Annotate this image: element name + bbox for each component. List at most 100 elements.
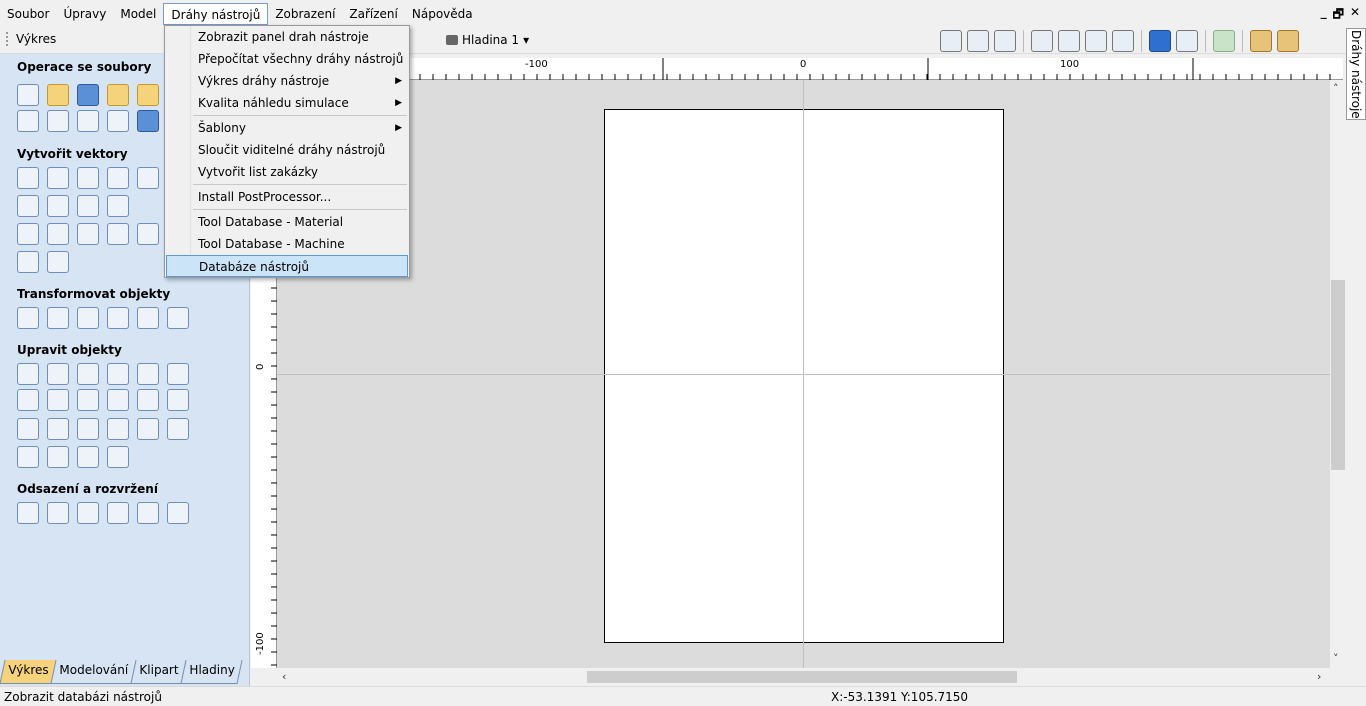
drawing-canvas[interactable] <box>277 80 1330 668</box>
snap-icon[interactable] <box>967 30 989 52</box>
group-icon[interactable] <box>107 363 129 385</box>
polyline-icon[interactable] <box>17 195 39 217</box>
text-on-curve-icon[interactable] <box>77 223 99 245</box>
scissors-icon[interactable] <box>137 389 159 411</box>
text-box-icon[interactable] <box>47 223 69 245</box>
text-icon[interactable] <box>17 223 39 245</box>
menu-item-templates[interactable]: Šablony ▶ <box>166 117 408 139</box>
scale-icon[interactable] <box>47 307 69 329</box>
intersect-icon[interactable] <box>77 389 99 411</box>
scroll-right-icon[interactable]: › <box>1317 670 1321 683</box>
trim-icon[interactable] <box>107 389 129 411</box>
tab-drawing[interactable]: Výkres <box>0 660 57 684</box>
menu-item-show-toolpath-panel[interactable]: Zobrazit panel drah nástroje <box>166 26 408 48</box>
tree-icon[interactable] <box>1213 30 1235 52</box>
menu-toolpaths[interactable]: Dráhy nástrojů <box>163 2 269 25</box>
vector-view-icon[interactable] <box>1176 30 1198 52</box>
array-copy-icon[interactable] <box>47 502 69 524</box>
cut-icon[interactable] <box>47 110 69 132</box>
v-icon[interactable] <box>47 418 69 440</box>
close-button[interactable]: ✕ <box>1350 5 1360 26</box>
layer-selector[interactable]: Hladina 1 ▾ <box>446 33 529 47</box>
menu-model[interactable]: Model <box>113 3 163 25</box>
fit-view-icon[interactable] <box>940 30 962 52</box>
tab-modeling[interactable]: Modelování <box>50 660 137 684</box>
align-icon[interactable] <box>77 307 99 329</box>
scroll-up-icon[interactable]: ˄ <box>1333 82 1339 95</box>
center-icon[interactable] <box>167 307 189 329</box>
pan-icon[interactable] <box>1031 30 1053 52</box>
smooth-icon[interactable] <box>167 418 189 440</box>
scroll-left-icon[interactable]: ‹ <box>282 670 286 683</box>
circle-icon[interactable] <box>17 167 39 189</box>
horizontal-scroll-thumb[interactable] <box>587 671 1017 683</box>
weld-icon[interactable] <box>17 389 39 411</box>
vertical-scrollbar[interactable]: ˄ ˅ <box>1330 80 1346 668</box>
job-setup-icon[interactable] <box>17 110 39 132</box>
menu-help[interactable]: Nápověda <box>405 3 480 25</box>
fillet-icon[interactable] <box>17 418 39 440</box>
menu-edit[interactable]: Úpravy <box>56 3 113 25</box>
new-file-icon[interactable] <box>17 84 39 106</box>
menu-machine[interactable]: Zařízení <box>342 3 404 25</box>
polygon-icon[interactable] <box>107 167 129 189</box>
dimension-icon[interactable] <box>47 251 69 273</box>
menu-view[interactable]: Zobrazení <box>268 3 342 25</box>
measure-icon[interactable] <box>167 363 189 385</box>
vertical-scroll-thumb[interactable] <box>1331 280 1345 470</box>
move-icon[interactable] <box>17 307 39 329</box>
open-file-icon[interactable] <box>47 84 69 106</box>
copy-icon[interactable] <box>77 110 99 132</box>
restore-button[interactable]: 🗗 <box>1333 5 1344 26</box>
double-arrow-icon[interactable] <box>107 446 129 468</box>
undo-icon[interactable] <box>137 110 159 132</box>
subtract-icon[interactable] <box>47 389 69 411</box>
offset-icon[interactable] <box>17 502 39 524</box>
save-file-icon[interactable] <box>77 84 99 106</box>
circular-array-icon[interactable] <box>77 502 99 524</box>
auto-layout-icon[interactable] <box>167 502 189 524</box>
menu-item-create-job-sheet[interactable]: Vytvořit list zakázky <box>166 161 408 183</box>
paste-icon[interactable] <box>107 110 129 132</box>
transform-select-icon[interactable] <box>77 363 99 385</box>
toolpath-view-icon[interactable] <box>1149 30 1171 52</box>
import-icon[interactable] <box>107 84 129 106</box>
arc-icon[interactable] <box>47 195 69 217</box>
menu-item-tool-db-material[interactable]: Tool Database - Material <box>166 211 408 233</box>
grid-icon[interactable] <box>994 30 1016 52</box>
wave-icon[interactable] <box>107 195 129 217</box>
menu-item-install-postprocessor[interactable]: Install PostProcessor... <box>166 186 408 208</box>
import-bitmap-icon[interactable] <box>137 84 159 106</box>
extend-icon[interactable] <box>77 418 99 440</box>
zoom-in-icon[interactable] <box>1058 30 1080 52</box>
zoom-extents-icon[interactable] <box>1085 30 1107 52</box>
menu-file[interactable]: Soubor <box>0 3 56 25</box>
minimize-button[interactable]: _ <box>1321 5 1327 26</box>
menu-item-recalculate-all[interactable]: Přepočítat všechny dráhy nástrojů <box>166 48 408 70</box>
select-icon[interactable] <box>17 363 39 385</box>
node-edit-icon[interactable] <box>47 363 69 385</box>
toolpaths-side-tab[interactable]: Dráhy nástroje <box>1346 28 1366 120</box>
star-icon[interactable] <box>137 167 159 189</box>
menu-item-toolpath-drawing[interactable]: Výkres dráhy nástroje ▶ <box>166 70 408 92</box>
text-arc-icon[interactable] <box>137 223 159 245</box>
ungroup-icon[interactable] <box>137 363 159 385</box>
zoom-selection-icon[interactable] <box>1112 30 1134 52</box>
menu-item-merge-visible[interactable]: Sloučit viditelné dráhy nástrojů <box>166 139 408 161</box>
horizontal-scrollbar[interactable]: ‹ › <box>277 668 1330 686</box>
copy-along-vector-icon[interactable] <box>107 502 129 524</box>
layout-2d-icon[interactable] <box>1250 30 1272 52</box>
menu-item-tool-database[interactable]: Databáze nástrojů <box>166 255 408 277</box>
trace-bitmap-icon[interactable] <box>17 251 39 273</box>
bitmap-edit-icon[interactable] <box>137 418 159 440</box>
menu-item-simulation-quality[interactable]: Kvalita náhledu simulace ▶ <box>166 92 408 114</box>
distort-icon[interactable] <box>137 307 159 329</box>
arrow-right-icon[interactable] <box>77 446 99 468</box>
menu-item-tool-db-machine[interactable]: Tool Database - Machine <box>166 233 408 255</box>
scroll-down-icon[interactable]: ˅ <box>1333 652 1339 665</box>
close-vector-icon[interactable] <box>47 446 69 468</box>
ellipse-icon[interactable] <box>47 167 69 189</box>
auto-text-icon[interactable] <box>107 223 129 245</box>
nesting-icon[interactable] <box>137 502 159 524</box>
layout-split-icon[interactable] <box>1277 30 1299 52</box>
